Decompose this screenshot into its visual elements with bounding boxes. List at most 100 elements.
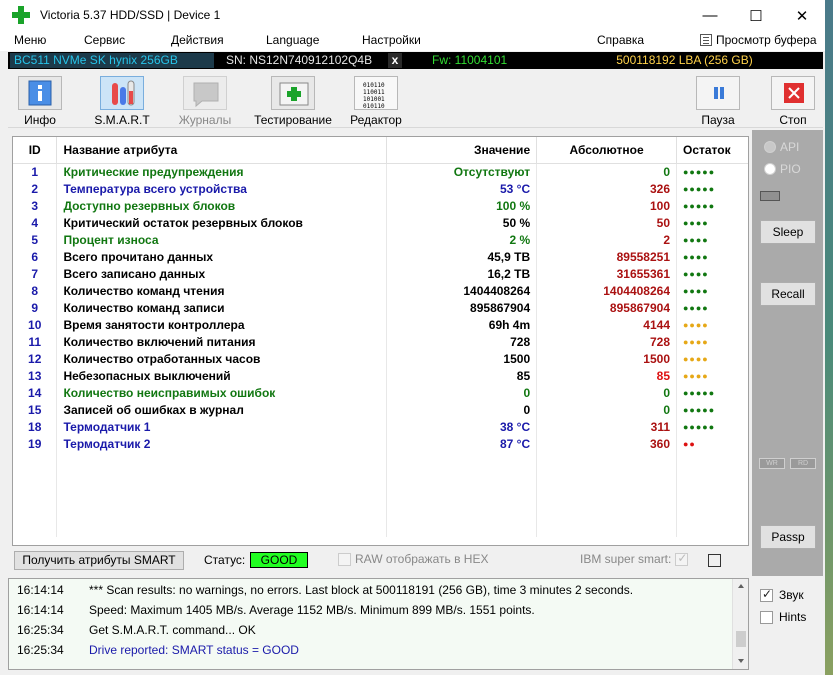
cell-abs: 89558251 (536, 248, 677, 265)
menu-settings[interactable]: Настройки (362, 33, 421, 47)
raw-hex-checkbox[interactable]: RAW отображать в HEX (338, 552, 488, 566)
table-row[interactable]: 1 Критические предупреждения Отсутствуют 0 ●… (13, 163, 748, 180)
cell-abs: 31655361 (536, 265, 677, 282)
hints-checkbox[interactable]: Hints (760, 610, 806, 624)
cell-remaining: ●●●● (676, 350, 748, 367)
cell-value: 2 % (386, 231, 538, 248)
log-message: Get S.M.A.R.T. command... OK (89, 623, 256, 637)
log-scrollbar[interactable] (732, 579, 748, 669)
cell-remaining: ●●●● (676, 231, 748, 248)
cell-id: 13 (13, 367, 58, 384)
sound-checkbox[interactable]: Звук (760, 587, 804, 602)
cell-name: Температура всего устройства (56, 180, 388, 197)
buffer-view-menu[interactable]: Просмотр буфера (700, 33, 817, 47)
menu-language[interactable]: Language (266, 33, 319, 47)
header-abs[interactable]: Абсолютное (536, 137, 677, 164)
menu-main[interactable]: Меню (14, 33, 46, 47)
close-window-button[interactable]: ✕ (779, 0, 825, 31)
sleep-button[interactable]: Sleep (760, 220, 816, 244)
table-row[interactable]: 7 Всего записано данных 16,2 ТВ 31655361 ●●●… (13, 265, 748, 282)
empty-cell (13, 503, 58, 520)
title-bar: Victoria 5.37 HDD/SSD | Device 1 — ☐ ✕ (0, 0, 825, 31)
header-value[interactable]: Значение (386, 137, 538, 164)
passp-button[interactable]: Passp (760, 525, 816, 549)
maximize-button[interactable]: ☐ (733, 0, 779, 31)
empty-cell (56, 520, 388, 537)
cell-remaining: ●●●● (676, 333, 748, 350)
cell-id: 14 (13, 384, 58, 401)
info-tab[interactable]: Инфо (0, 76, 80, 128)
cell-id: 2 (13, 180, 58, 197)
header-name[interactable]: Название атрибута (56, 137, 388, 164)
smart-table-panel: ID Название атрибута Значение Абсолютное… (12, 136, 749, 546)
empty-cell (676, 486, 748, 503)
table-row[interactable]: 13 Небезопасных выключений 85 85 ●●●● (13, 367, 748, 384)
empty-cell (386, 503, 538, 520)
close-drive-button[interactable]: x (388, 53, 402, 68)
pause-button[interactable]: Пауза (678, 76, 758, 128)
table-row[interactable]: 3 Доступно резервных блоков 100 % 100 ●●●●● (13, 197, 748, 214)
log-entry: 16:25:34 Drive reported: SMART status = G… (17, 643, 299, 663)
table-row[interactable]: 11 Количество включений питания 728 728 ●●●● (13, 333, 748, 350)
drive-model[interactable]: BC511 NVMe SK hynix 256GB (10, 53, 214, 68)
rd-indicator: RD (790, 458, 816, 469)
cell-id: 19 (13, 435, 58, 452)
menu-actions[interactable]: Действия (171, 33, 224, 47)
logs-tab[interactable]: Журналы (165, 76, 245, 128)
api-radio-circle (764, 141, 776, 153)
table-row[interactable]: 14 Количество неисправимых ошибок 0 0 ●●●●● (13, 384, 748, 401)
cell-name: Время занятости контроллера (56, 316, 388, 333)
cell-value: 0 (386, 401, 538, 418)
table-row[interactable]: 5 Процент износа 2 % 2 ●●●● (13, 231, 748, 248)
app-cross-icon (12, 6, 30, 24)
cell-name: Доступно резервных блоков (56, 197, 388, 214)
recall-button[interactable]: Recall (760, 282, 816, 306)
cell-value: 53 °C (386, 180, 538, 197)
empty-cell (13, 452, 58, 469)
pio-radio-circle (764, 163, 776, 175)
smart-tab-label: S.M.A.R.T (94, 113, 150, 127)
header-remaining[interactable]: Остаток (676, 137, 748, 164)
header-id[interactable]: ID (13, 137, 58, 164)
stop-button[interactable]: Стоп (753, 76, 833, 128)
table-row[interactable]: 19 Термодатчик 2 87 °C 360 ●● (13, 435, 748, 452)
extra-toggle-box[interactable] (708, 554, 721, 567)
cell-name: Записей об ошибках в журнал (56, 401, 388, 418)
log-entry: 16:25:34 Get S.M.A.R.T. command... OK (17, 623, 256, 643)
cell-abs: 1404408264 (536, 282, 677, 299)
menu-help[interactable]: Справка (597, 33, 644, 47)
pio-radio[interactable]: PIO (764, 162, 801, 176)
table-row[interactable]: 6 Всего прочитано данных 45,9 ТВ 89558251 ●●… (13, 248, 748, 265)
menu-service[interactable]: Сервис (84, 33, 125, 47)
event-log: 16:14:14 *** Scan results: no warnings, n… (8, 578, 749, 670)
table-row[interactable]: 2 Температура всего устройства 53 °C 326 ●●●… (13, 180, 748, 197)
table-row[interactable]: 10 Время занятости контроллера 69h 4m 4144 ●… (13, 316, 748, 333)
desktop-background (825, 0, 833, 675)
editor-tab[interactable]: 010110 110011 101001 010110 Редактор (336, 76, 416, 128)
table-row[interactable]: 18 Термодатчик 1 38 °C 311 ●●●●● (13, 418, 748, 435)
test-tab[interactable]: Тестирование (253, 76, 333, 128)
table-row[interactable]: 8 Количество команд чтения 1404408264 14044… (13, 282, 748, 299)
table-row[interactable]: 15 Записей об ошибках в журнал 0 0 ●●●●● (13, 401, 748, 418)
cell-abs: 0 (536, 163, 677, 180)
table-row[interactable]: 4 Критический остаток резервных блоков 50 … (13, 214, 748, 231)
api-label: API (780, 140, 800, 154)
empty-cell (386, 452, 538, 469)
ibm-super-smart-checkbox[interactable]: IBM super smart: (580, 551, 689, 566)
empty-row (13, 452, 748, 469)
cell-name: Количество отработанных часов (56, 350, 388, 367)
log-scroll-thumb[interactable] (736, 631, 746, 647)
cell-name: Количество команд записи (56, 299, 388, 316)
minimize-button[interactable]: — (687, 0, 733, 31)
empty-cell (676, 503, 748, 520)
smart-tab[interactable]: S.M.A.R.T (82, 76, 162, 128)
cell-remaining: ●●●● (676, 282, 748, 299)
hints-label: Hints (779, 610, 807, 624)
smart-bottom-strip: Получить атрибуты SMART Статус: GOOD RAW… (12, 549, 749, 572)
table-row[interactable]: 12 Количество отработанных часов 1500 1500 ●… (13, 350, 748, 367)
cell-name: Количество команд чтения (56, 282, 388, 299)
api-radio[interactable]: API (764, 140, 799, 154)
table-row[interactable]: 9 Количество команд записи 895867904 895867… (13, 299, 748, 316)
get-smart-button[interactable]: Получить атрибуты SMART (14, 551, 184, 570)
cell-id: 11 (13, 333, 58, 350)
